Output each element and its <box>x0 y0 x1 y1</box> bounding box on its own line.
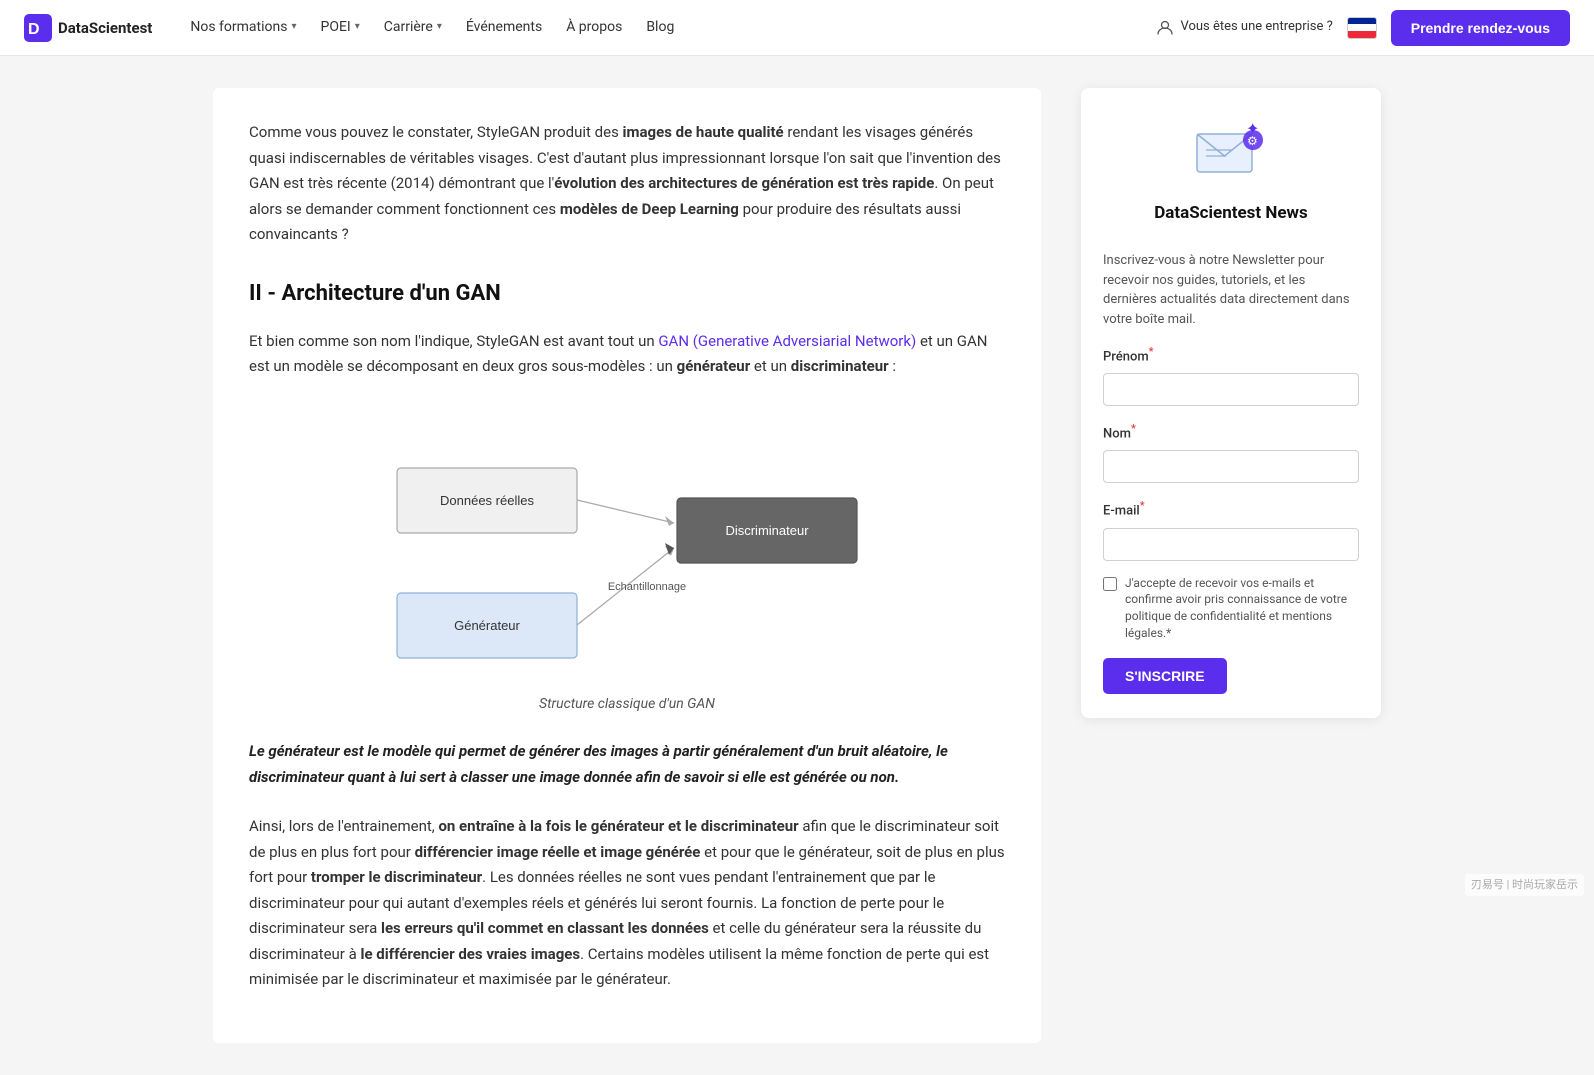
prenom-label: Prénom* <box>1103 343 1359 368</box>
blockquote: Le générateur est le modèle qui permet d… <box>249 739 1005 790</box>
logo-text: DataScientest <box>58 16 152 40</box>
newsletter-title: DataScientest News <box>1154 200 1308 227</box>
consent-group: J'accepte de recevoir vos e-mails et con… <box>1103 575 1359 642</box>
chevron-down-icon: ▾ <box>291 19 296 35</box>
svg-text:⚙: ⚙ <box>1247 134 1258 148</box>
nom-label: Nom* <box>1103 420 1359 445</box>
gan-link[interactable]: GAN (Generative Adversiarial Network) <box>658 332 916 350</box>
svg-text:Générateur: Générateur <box>454 618 520 633</box>
nom-input[interactable] <box>1103 450 1359 483</box>
page-wrapper: Comme vous pouvez le constater, StyleGAN… <box>197 56 1397 1075</box>
sidebar: ✦ ⚙ DataScientest News Inscrivez-vous à … <box>1081 88 1381 1043</box>
consent-checkbox[interactable] <box>1103 577 1117 591</box>
nav-a-propos[interactable]: À propos <box>556 10 632 44</box>
subscribe-button[interactable]: S'INSCRIRE <box>1103 658 1227 694</box>
enterprise-link[interactable]: Vous êtes une entreprise ? <box>1156 17 1332 38</box>
svg-text:Echantillonnage: Echantillonnage <box>608 581 686 593</box>
gan-diagram: Données réelles Générateur Discriminateu… <box>367 408 887 685</box>
email-input[interactable] <box>1103 528 1359 561</box>
nav-links: Nos formations ▾ POEI ▾ Carrière ▾ Événe… <box>180 10 1128 44</box>
email-group: E-mail* <box>1103 497 1359 560</box>
nav-right: Vous êtes une entreprise ? Prendre rende… <box>1156 10 1570 46</box>
nav-nos-formations[interactable]: Nos formations ▾ <box>180 10 306 44</box>
email-label: E-mail* <box>1103 497 1359 522</box>
nav-poei[interactable]: POEI ▾ <box>311 10 370 44</box>
svg-text:Données réelles: Données réelles <box>440 493 534 508</box>
section-title: II - Architecture d'un GAN <box>249 276 1005 311</box>
article-para-1: Comme vous pouvez le constater, StyleGAN… <box>249 120 1005 248</box>
diagram-caption: Structure classique d'un GAN <box>539 693 715 715</box>
nav-carriere[interactable]: Carrière ▾ <box>374 10 452 44</box>
diagram-container: Données réelles Générateur Discriminateu… <box>249 408 1005 715</box>
article-para-2: Et bien comme son nom l'indique, StyleGA… <box>249 329 1005 380</box>
chevron-down-icon: ▾ <box>437 19 442 35</box>
main-content: Comme vous pouvez le constater, StyleGAN… <box>213 88 1041 1043</box>
watermark: 刃易号 | 时尚玩家岳示 <box>1465 874 1584 896</box>
newsletter-desc: Inscrivez-vous à notre Newsletter pour r… <box>1103 251 1359 329</box>
newsletter-header: ✦ ⚙ DataScientest News <box>1103 112 1359 235</box>
article-para-3: Ainsi, lors de l'entrainement, on entraî… <box>249 814 1005 993</box>
svg-text:D: D <box>28 21 40 38</box>
rdv-button[interactable]: Prendre rendez-vous <box>1391 10 1570 46</box>
chevron-down-icon: ▾ <box>355 19 360 35</box>
newsletter-icon: ✦ ⚙ <box>1191 112 1271 192</box>
language-flag[interactable] <box>1347 17 1377 39</box>
nom-group: Nom* <box>1103 420 1359 483</box>
navbar: D DataScientest Nos formations ▾ POEI ▾ … <box>0 0 1594 56</box>
prenom-input[interactable] <box>1103 373 1359 406</box>
prenom-group: Prénom* <box>1103 343 1359 406</box>
logo[interactable]: D DataScientest <box>24 14 152 42</box>
nav-blog[interactable]: Blog <box>636 10 684 44</box>
newsletter-card: ✦ ⚙ DataScientest News Inscrivez-vous à … <box>1081 88 1381 718</box>
consent-label[interactable]: J'accepte de recevoir vos e-mails et con… <box>1125 575 1359 642</box>
svg-text:Discriminateur: Discriminateur <box>725 523 809 538</box>
enterprise-icon <box>1156 18 1174 36</box>
nav-evenements[interactable]: Événements <box>456 10 552 44</box>
